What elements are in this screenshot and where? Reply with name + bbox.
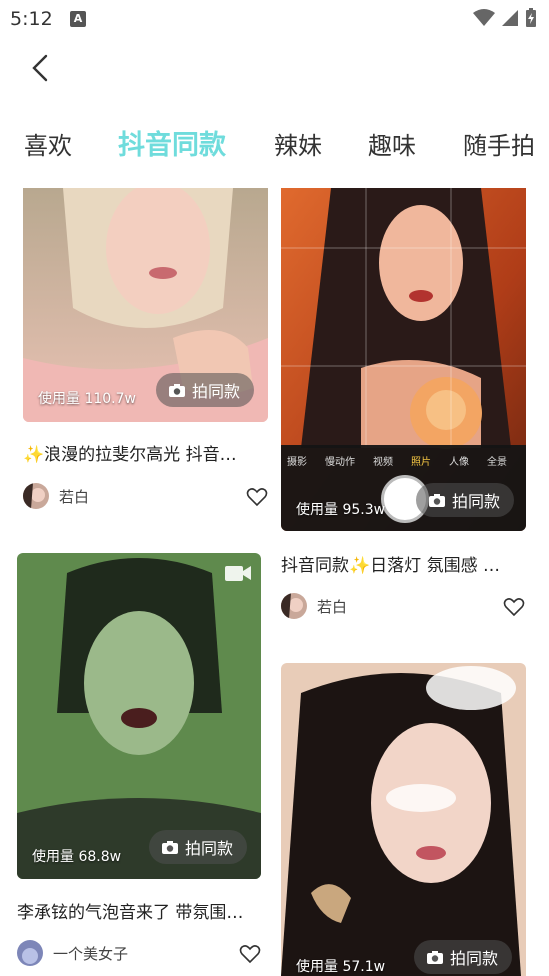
tab-douyin-same[interactable]: 抖音同款 [118, 118, 226, 174]
mode-video: 视频 [373, 457, 393, 468]
tab-snapshot[interactable]: 随手拍 [463, 118, 535, 174]
usage-count: 使用量 110.7w [38, 391, 136, 407]
author-name: 一个美女子 [53, 944, 129, 963]
author-name: 若白 [59, 487, 90, 506]
usage-count: 使用量 95.3w [296, 502, 386, 518]
author-name: 若白 [317, 597, 348, 616]
mode-picture: 照片 [411, 457, 431, 468]
card-title[interactable]: 李承铉的气泡音来了 带氛围… [17, 898, 263, 923]
shoot-same-label: 拍同款 [185, 839, 234, 858]
author[interactable]: 若白 [23, 483, 89, 509]
usage-count: 使用量 57.1w [296, 959, 386, 975]
tab-spicy-girl[interactable]: 辣妹 [274, 118, 322, 174]
author[interactable]: 一个美女子 [17, 940, 128, 966]
heart-icon[interactable] [239, 943, 261, 965]
camera-modes: 摄影 慢动作 视频 照片 人像 全景 [281, 453, 526, 468]
shoot-same-button[interactable]: 拍同款 [414, 940, 513, 974]
card-image[interactable]: 摄影 慢动作 视频 照片 人像 全景 使用量 95.3w 拍同款 [281, 188, 526, 531]
card-image[interactable]: 使用量 68.8w 拍同款 [17, 553, 261, 879]
card-image[interactable]: 使用量 57.1w 拍同款 [281, 663, 526, 976]
wifi-icon [473, 9, 495, 26]
heart-icon[interactable] [503, 596, 525, 618]
back-button[interactable] [22, 50, 58, 86]
card-title[interactable]: ✨浪漫的拉斐尔高光 抖音… [23, 440, 268, 465]
heart-icon[interactable] [246, 486, 268, 508]
tab-fun[interactable]: 趣味 [368, 118, 416, 174]
author[interactable]: 若白 [281, 593, 347, 619]
status-bar: 5:12 A [0, 0, 549, 38]
video-icon [225, 566, 251, 581]
status-icons [473, 8, 537, 28]
shoot-same-label: 拍同款 [452, 492, 501, 511]
mode-photo: 摄影 [287, 457, 307, 468]
camera-icon [169, 383, 185, 397]
signal-icon [502, 10, 518, 26]
avatar [23, 483, 49, 509]
shoot-same-label: 拍同款 [450, 949, 499, 968]
mode-portrait: 人像 [449, 457, 469, 468]
avatar [17, 940, 43, 966]
battery-icon [526, 8, 536, 27]
card-title[interactable]: 抖音同款✨日落灯 氛围感 … [281, 551, 526, 576]
mode-slowmo: 慢动作 [325, 457, 355, 468]
camera-icon [429, 493, 445, 507]
photo-portrait [281, 663, 526, 976]
category-tabs: 喜欢 抖音同款 辣妹 趣味 随手拍 [0, 118, 549, 174]
chevron-left-icon [32, 54, 48, 82]
notification-icon: A [70, 11, 86, 27]
shoot-same-button[interactable]: 拍同款 [416, 483, 515, 517]
camera-icon [162, 840, 178, 854]
status-time: 5:12 [10, 8, 53, 30]
tab-like[interactable]: 喜欢 [24, 118, 72, 174]
camera-icon [427, 950, 443, 964]
usage-count: 使用量 68.8w [32, 849, 122, 865]
shoot-same-button[interactable]: 拍同款 [149, 830, 248, 864]
mode-pano: 全景 [487, 457, 507, 468]
card-image[interactable]: 使用量 110.7w 拍同款 [23, 188, 268, 422]
shoot-same-button[interactable]: 拍同款 [156, 373, 255, 407]
shoot-same-label: 拍同款 [192, 382, 241, 401]
avatar [281, 593, 307, 619]
